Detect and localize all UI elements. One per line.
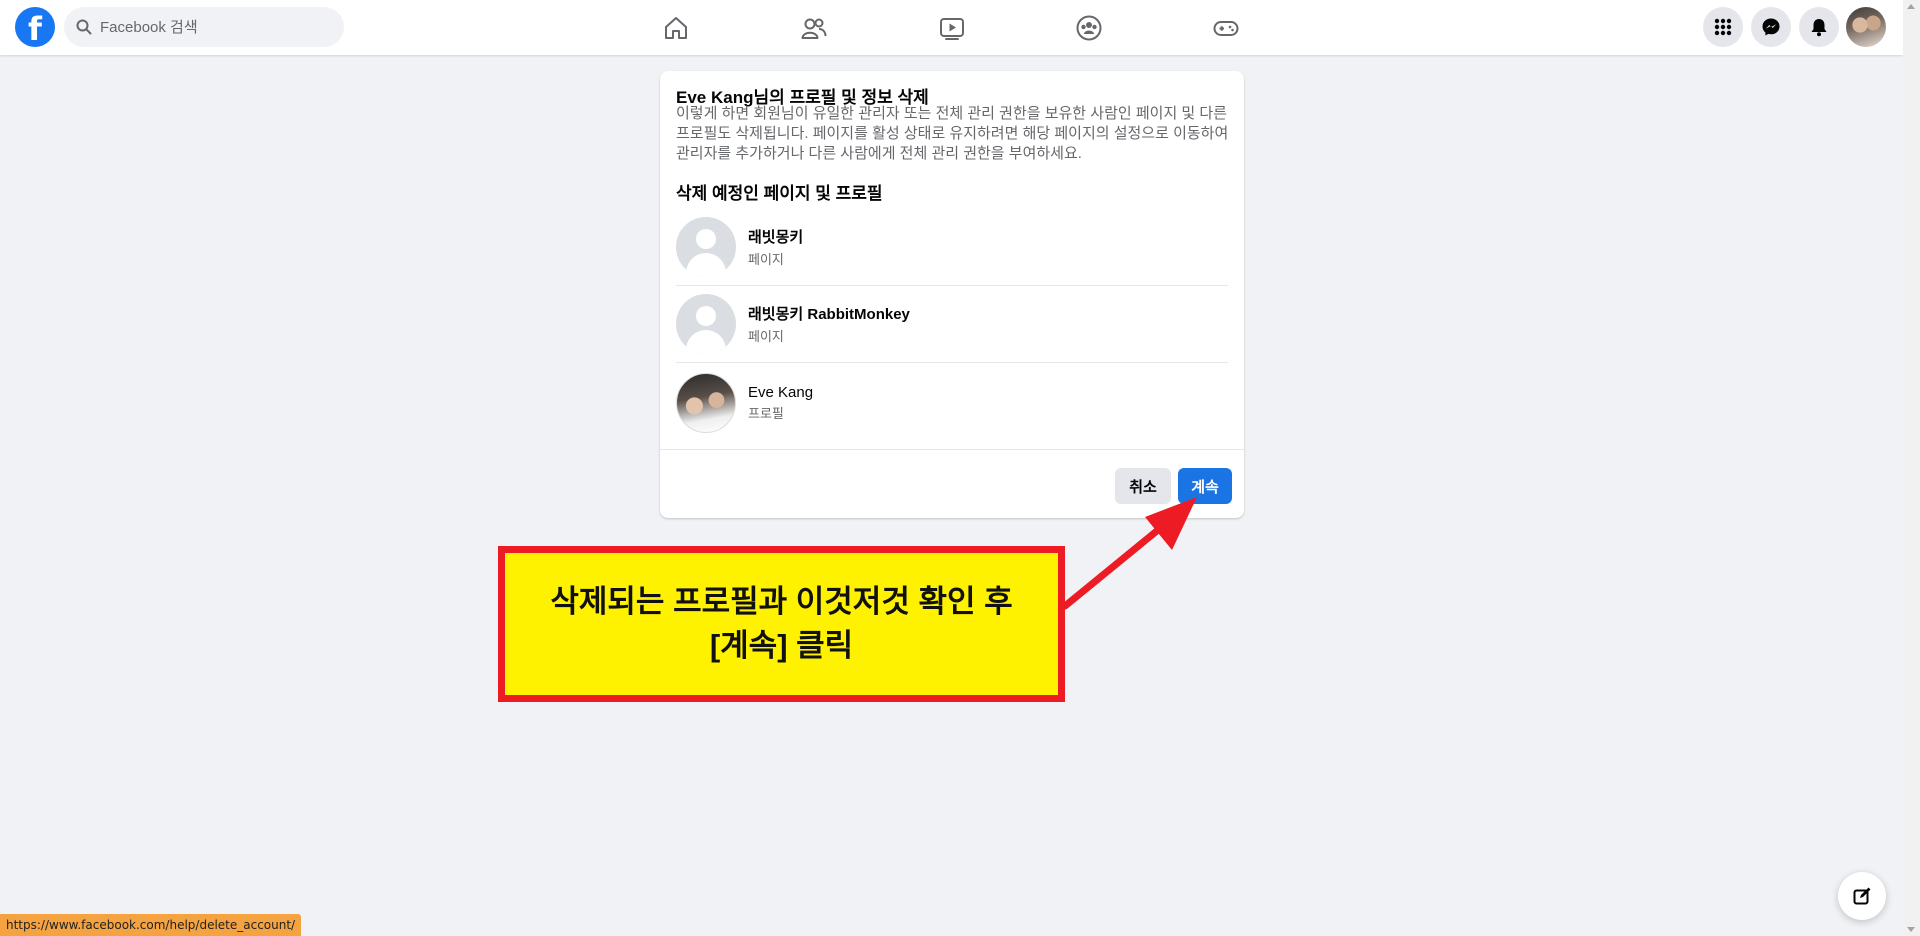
continue-button[interactable]: 계속 [1178, 468, 1232, 504]
search-input[interactable] [100, 18, 320, 36]
annotation-line-1: 삭제되는 프로필과 이것저것 확인 후 [550, 584, 1013, 619]
top-navigation-bar: f [0, 0, 1903, 55]
notifications-button[interactable] [1799, 7, 1839, 47]
item-type: 페이지 [748, 252, 784, 267]
profile-avatar[interactable] [1846, 7, 1886, 47]
annotation-callout: 삭제되는 프로필과 이것저것 확인 후 [계속] 클릭 [498, 546, 1065, 702]
page-scrollbar[interactable] [1903, 0, 1920, 936]
watch-icon [940, 18, 964, 40]
nav-gaming[interactable] [1170, 8, 1282, 48]
profile-photo-avatar [676, 372, 736, 433]
nav-watch[interactable] [896, 8, 1008, 48]
list-item[interactable]: Eve Kang 프로필 [676, 364, 1228, 441]
messenger-icon [1762, 18, 1780, 36]
annotation-line-2: [계속] 클릭 [709, 628, 854, 663]
item-name: Eve Kang [748, 383, 814, 401]
cancel-button[interactable]: 취소 [1115, 468, 1171, 504]
nav-friends[interactable] [758, 8, 870, 48]
new-message-button[interactable] [1838, 872, 1886, 920]
search-icon [76, 19, 92, 35]
item-type: 페이지 [748, 329, 784, 344]
default-avatar-icon [676, 294, 736, 354]
list-item[interactable]: 래빗몽키 페이지 [676, 209, 1228, 286]
messenger-button[interactable] [1751, 7, 1791, 47]
default-avatar-icon [676, 217, 736, 277]
facebook-logo-icon[interactable]: f [15, 7, 55, 47]
scroll-up-arrow-icon[interactable] [1907, 4, 1915, 9]
delete-profile-dialog: Eve Kang님의 프로필 및 정보 삭제 이렇게 하면 회원님이 유일한 관… [660, 71, 1244, 518]
search-box[interactable] [64, 7, 344, 47]
gaming-icon [1213, 21, 1239, 36]
home-icon [665, 17, 687, 39]
status-bar-url: https://www.facebook.com/help/delete_acc… [0, 914, 302, 936]
friends-icon [801, 18, 827, 39]
scroll-down-arrow-icon[interactable] [1907, 927, 1915, 932]
section-title: 삭제 예정인 페이지 및 프로필 [676, 184, 883, 203]
item-type: 프로필 [748, 405, 784, 421]
item-name: 래빗몽키 RabbitMonkey [748, 306, 910, 323]
nav-home[interactable] [620, 8, 732, 48]
list-item[interactable]: 래빗몽키 RabbitMonkey 페이지 [676, 286, 1228, 363]
nav-groups[interactable] [1033, 8, 1145, 48]
notifications-icon [1811, 19, 1827, 37]
divider [660, 449, 1244, 450]
compose-icon [1853, 887, 1871, 905]
menu-button[interactable] [1703, 7, 1743, 47]
groups-icon [1076, 15, 1102, 41]
dialog-description: 이렇게 하면 회원님이 유일한 관리자 또는 전체 관리 권한을 보유한 사람인… [676, 105, 1229, 162]
annotation-text: 삭제되는 프로필과 이것저것 확인 후 [계속] 클릭 [550, 580, 1012, 668]
menu-grid-icon [1714, 18, 1732, 36]
item-name: 래빗몽키 [748, 229, 804, 246]
